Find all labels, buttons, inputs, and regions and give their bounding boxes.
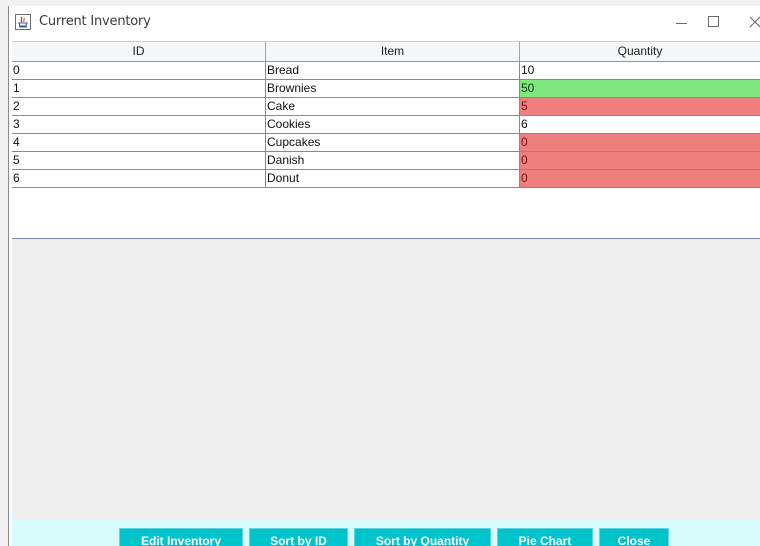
- cell-id[interactable]: 2: [12, 98, 266, 115]
- cell-quantity[interactable]: 0: [520, 152, 760, 169]
- table-row[interactable]: 3 Cookies 6: [12, 116, 760, 134]
- cell-item[interactable]: Cake: [266, 98, 520, 115]
- title-bar[interactable]: Current Inventory: [9, 6, 760, 40]
- cell-id[interactable]: 5: [12, 152, 266, 169]
- column-header-id[interactable]: ID: [12, 42, 266, 61]
- cell-quantity[interactable]: 5: [520, 98, 760, 115]
- cell-item[interactable]: Bread: [266, 62, 520, 79]
- cell-item[interactable]: Cookies: [266, 116, 520, 133]
- empty-panel: [12, 239, 760, 519]
- table-row[interactable]: 0 Bread 10: [12, 62, 760, 80]
- minimize-icon: [676, 23, 687, 24]
- java-app-icon: [15, 14, 31, 30]
- cell-id[interactable]: 0: [12, 62, 266, 79]
- table-row[interactable]: 1 Brownies 50: [12, 80, 760, 98]
- cell-item[interactable]: Danish: [266, 152, 520, 169]
- sort-by-id-button[interactable]: Sort by ID: [249, 528, 348, 546]
- cell-quantity[interactable]: 10: [520, 62, 760, 79]
- table-row[interactable]: 5 Danish 0: [12, 152, 760, 170]
- cell-id[interactable]: 3: [12, 116, 266, 133]
- table-row[interactable]: 2 Cake 5: [12, 98, 760, 116]
- close-button[interactable]: Close: [599, 528, 669, 546]
- cell-quantity[interactable]: 0: [520, 134, 760, 151]
- table-row[interactable]: 4 Cupcakes 0: [12, 134, 760, 152]
- cell-id[interactable]: 1: [12, 80, 266, 97]
- maximize-button[interactable]: [705, 6, 751, 40]
- cell-id[interactable]: 4: [12, 134, 266, 151]
- column-header-quantity[interactable]: Quantity: [520, 42, 760, 61]
- cell-quantity[interactable]: 0: [520, 170, 760, 187]
- cell-item[interactable]: Brownies: [266, 80, 520, 97]
- minimize-button[interactable]: [659, 6, 705, 40]
- inventory-window: Current Inventory ID Item Quantity 0 Brea…: [8, 6, 760, 546]
- sort-by-quantity-button[interactable]: Sort by Quantity: [354, 528, 491, 546]
- table-body: 0 Bread 10 1 Brownies 50 2 Cake 5 3 Cookies 6 4 Cupca…: [12, 62, 760, 188]
- column-header-item[interactable]: Item: [266, 42, 520, 61]
- cell-quantity[interactable]: 6: [520, 116, 760, 133]
- edit-inventory-button[interactable]: Edit Inventory: [119, 528, 243, 546]
- cell-item[interactable]: Cupcakes: [266, 134, 520, 151]
- close-icon: [749, 16, 760, 28]
- window-title: Current Inventory: [39, 14, 151, 29]
- cell-item[interactable]: Donut: [266, 170, 520, 187]
- inventory-table[interactable]: ID Item Quantity 0 Bread 10 1 Brownies 50 2 Cak…: [12, 41, 760, 239]
- cell-id[interactable]: 6: [12, 170, 266, 187]
- cell-quantity[interactable]: 50: [520, 80, 760, 97]
- pie-chart-button[interactable]: Pie Chart: [497, 528, 593, 546]
- button-bar: Edit Inventory Sort by ID Sort by Quanti…: [12, 519, 760, 546]
- maximize-icon: [708, 16, 719, 27]
- table-row[interactable]: 6 Donut 0: [12, 170, 760, 188]
- table-header: ID Item Quantity: [12, 41, 760, 62]
- close-window-button[interactable]: [749, 6, 760, 40]
